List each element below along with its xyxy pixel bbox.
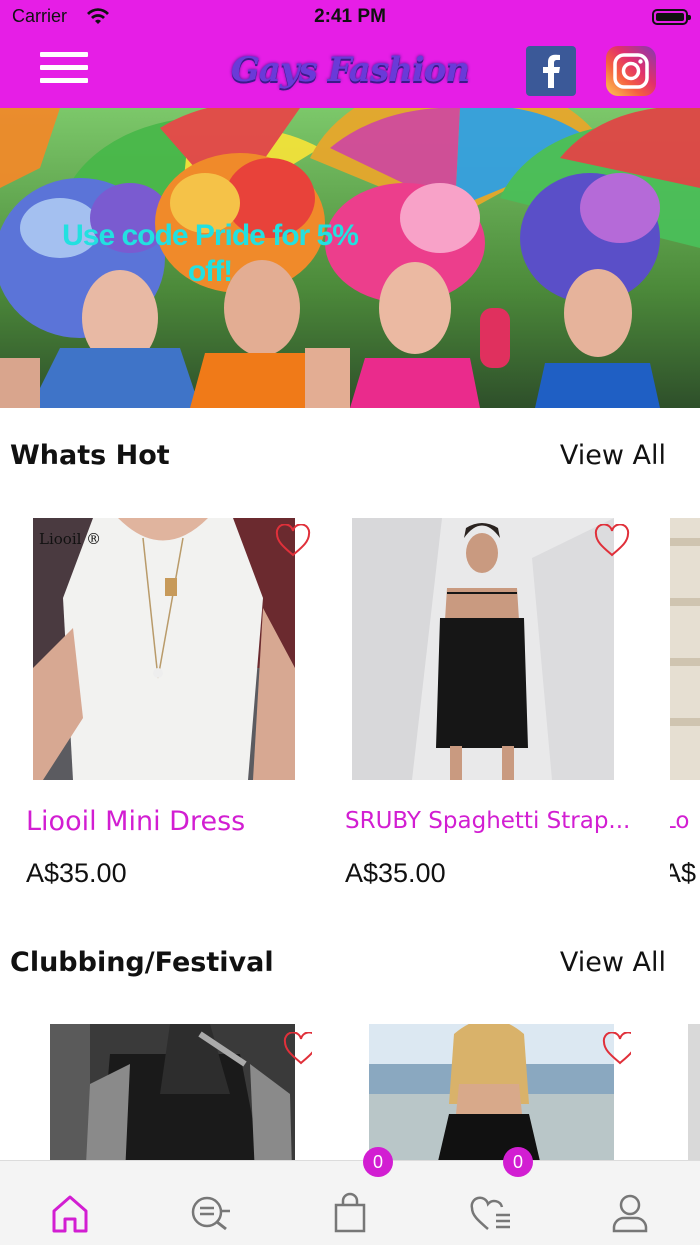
view-all-whats-hot[interactable]: View All [560, 440, 666, 471]
product-card[interactable]: SRUBY Spaghetti Strap... A$35.00 [345, 518, 630, 898]
product-price: A$ [670, 858, 697, 888]
promo-banner[interactable]: Use code Pride for 5% off! [0, 108, 700, 408]
status-time: 2:41 PM [314, 6, 386, 27]
shopping-bag-icon[interactable] [328, 1191, 372, 1235]
product-image: Liooil ® [33, 518, 295, 780]
product-price: A$35.00 [26, 858, 127, 888]
app-header: Carrier 2:41 PM Gays Fashion [0, 0, 700, 108]
product-image [670, 518, 700, 780]
hamburger-menu-icon[interactable] [40, 52, 88, 88]
facebook-icon[interactable] [526, 46, 576, 96]
heart-icon[interactable] [283, 1032, 312, 1066]
app-title: Gays Fashion [230, 50, 470, 90]
view-all-clubbing-festival[interactable]: View All [560, 947, 666, 978]
promo-text: Use code Pride for 5% off! [62, 219, 359, 288]
product-card[interactable] [369, 1024, 631, 1160]
search-list-icon[interactable] [188, 1191, 232, 1235]
brand-mark: Liooil ® [39, 530, 102, 548]
cart-count-badge: 0 [363, 1147, 393, 1177]
status-bar: Carrier 2:41 PM [0, 0, 700, 36]
product-image [352, 518, 614, 780]
heart-icon[interactable] [594, 524, 630, 558]
home-icon[interactable] [48, 1191, 92, 1235]
wishlist-count-badge: 0 [503, 1147, 533, 1177]
product-image [50, 1024, 295, 1160]
product-image [369, 1024, 614, 1160]
product-price: A$35.00 [345, 858, 446, 888]
heart-icon[interactable] [275, 524, 311, 558]
battery-icon [652, 9, 691, 25]
product-name[interactable]: Lo [670, 808, 700, 834]
section-title-whats-hot: Whats Hot [10, 440, 170, 471]
product-name[interactable]: SRUBY Spaghetti Strap... [345, 808, 635, 834]
product-card[interactable]: Lo A$ [670, 518, 700, 898]
product-card[interactable]: Liooil ® Liooil Mini Dress A$35.00 [26, 518, 311, 898]
product-name[interactable]: Liooil Mini Dress [26, 806, 286, 837]
section-title-clubbing-festival: Clubbing/Festival [10, 947, 274, 978]
instagram-icon[interactable] [606, 46, 656, 96]
product-card[interactable] [50, 1024, 312, 1160]
product-card-partial[interactable] [688, 1024, 700, 1160]
heart-list-icon[interactable] [468, 1191, 512, 1235]
heart-icon[interactable] [602, 1032, 631, 1066]
user-icon[interactable] [608, 1191, 652, 1235]
bottom-tab-bar: 0 0 [0, 1147, 700, 1245]
